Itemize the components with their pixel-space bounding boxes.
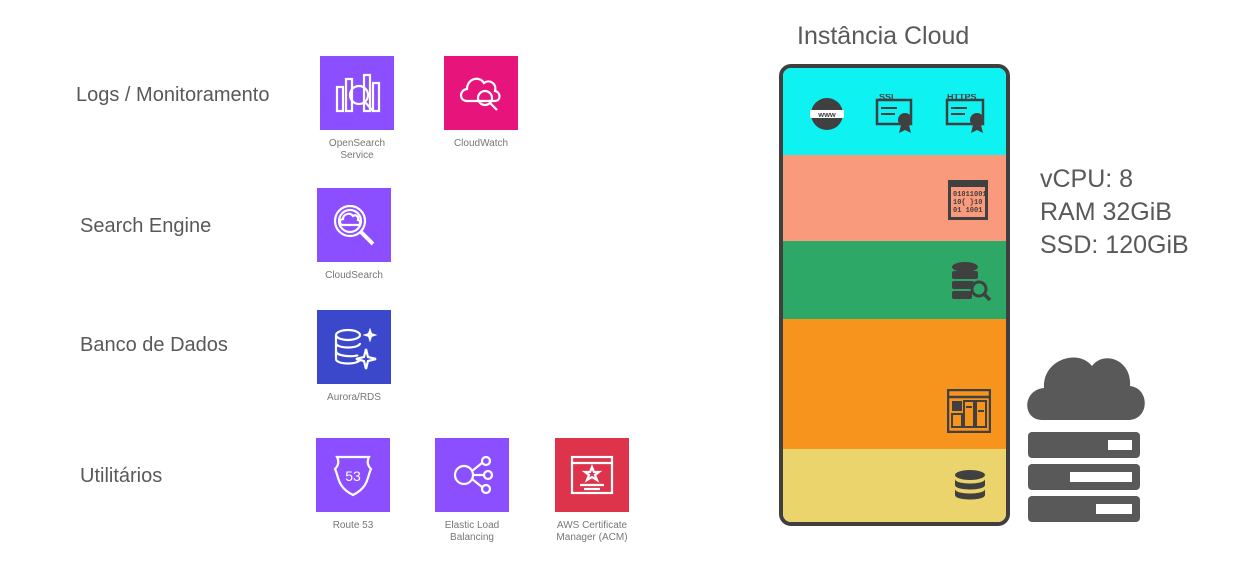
row-label-logs: Logs / Monitoramento: [76, 84, 270, 106]
row-label-utilities: Utilitários: [80, 465, 163, 487]
svg-text:www: www: [817, 110, 836, 119]
service-caption: CloudSearch: [325, 270, 383, 281]
service-caption: Route 53: [332, 520, 374, 531]
service-route53[interactable]: 53 Route 53: [293, 438, 413, 532]
band-app-layer: [783, 319, 1006, 449]
svg-text:01011001: 01011001: [953, 191, 987, 199]
svg-text:HTTPS: HTTPS: [947, 94, 977, 102]
service-aurora-rds[interactable]: Aurora/RDS: [294, 310, 414, 404]
band-search-layer: [783, 241, 1006, 319]
service-caption: AWS Certificate Manager (ACM): [556, 520, 628, 543]
service-cloudwatch[interactable]: CloudWatch: [421, 56, 541, 150]
service-caption: Aurora/RDS: [327, 392, 381, 403]
instance-title: Instância Cloud: [797, 22, 970, 50]
ssl-certificate-icon: SSL: [875, 94, 913, 133]
service-acm[interactable]: AWS Certificate Manager (ACM): [532, 438, 652, 544]
spec-vcpu: vCPU: 8: [1040, 165, 1134, 193]
service-cloudsearch[interactable]: CloudSearch: [294, 188, 414, 282]
route53-icon: 53: [316, 438, 390, 512]
svg-text:53: 53: [345, 468, 361, 484]
dashboard-window-icon: [947, 389, 991, 433]
binary-code-icon: 01011001 10{ }10 01 1001: [948, 180, 988, 220]
spec-ssd: SSD: 120GiB: [1040, 231, 1189, 259]
svg-text:10{ }10: 10{ }10: [953, 199, 982, 207]
cloudwatch-icon: [444, 56, 518, 130]
service-caption: CloudWatch: [453, 138, 509, 149]
spec-ram: RAM 32GiB: [1040, 198, 1172, 226]
cloud-instance: www SSL HTTPS 01011001 10{ }10 01 1001: [779, 64, 1010, 526]
row-label-search-engine: Search Engine: [80, 215, 212, 237]
cloud-server-icon: [1027, 357, 1145, 522]
cloudsearch-icon: [317, 188, 391, 262]
www-icon: www: [810, 98, 844, 130]
https-certificate-icon: HTTPS: [945, 94, 985, 133]
instance-specs: vCPU: 8 RAM 32GiB SSD: 120GiB: [1040, 163, 1189, 262]
band-storage-layer: [783, 449, 1006, 522]
acm-icon: [555, 438, 629, 512]
row-label-database: Banco de Dados: [80, 334, 228, 356]
service-opensearch[interactable]: OpenSearch Service: [297, 56, 417, 162]
band-code-layer: 01011001 10{ }10 01 1001: [783, 155, 1006, 241]
elb-icon: [435, 438, 509, 512]
service-caption: OpenSearch Service: [328, 138, 386, 161]
opensearch-icon: [320, 56, 394, 130]
svg-text:01 1001: 01 1001: [953, 207, 982, 215]
svg-text:SSL: SSL: [879, 94, 897, 102]
aurora-icon: [317, 310, 391, 384]
service-caption: Elastic Load Balancing: [444, 520, 500, 543]
band-web-layer: www SSL HTTPS: [783, 68, 1006, 155]
database-search-icon: [952, 262, 992, 302]
service-elastic-load-balancing[interactable]: Elastic Load Balancing: [412, 438, 532, 544]
database-icon: [955, 470, 985, 500]
